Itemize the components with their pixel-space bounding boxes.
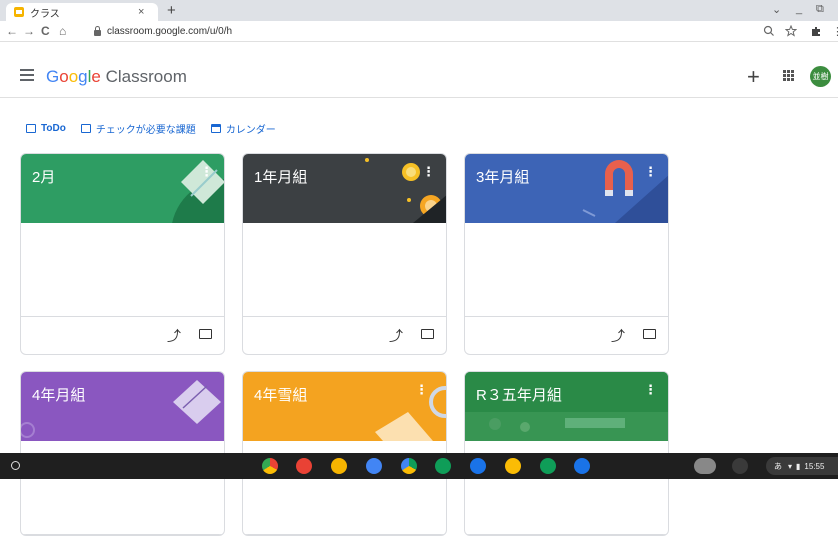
class-card[interactable]: 1年月組 ⋮ ⤴ [242, 153, 447, 355]
app-header: Google Classroom + 並樹 [0, 58, 838, 98]
class-card[interactable]: 3年月組 ⋮ ⤴ [464, 153, 669, 355]
folder-icon[interactable] [643, 329, 656, 339]
camera-icon[interactable] [574, 458, 590, 474]
tab-close-button[interactable]: × [138, 6, 144, 18]
more-options-icon[interactable]: ⋮ [415, 382, 428, 398]
class-card-body [21, 223, 224, 317]
files-icon[interactable] [470, 458, 486, 474]
trending-icon[interactable]: ⤴ [389, 326, 403, 346]
class-name[interactable]: R３五年月組 [476, 384, 562, 405]
browser-menu-icon[interactable]: ⋮ [832, 25, 838, 38]
tab-title: クラス [30, 8, 60, 20]
account-avatar[interactable]: 並樹 [810, 66, 831, 87]
create-join-class-button[interactable]: + [747, 64, 760, 90]
docs-icon[interactable] [366, 458, 382, 474]
class-card-header[interactable]: 2月 ⋮ [21, 154, 224, 223]
class-card-footer: ⤴ [21, 317, 224, 354]
trending-icon[interactable]: ⤴ [611, 326, 625, 346]
os-shelf: あ ▾ ▮ 15:55 [0, 453, 838, 479]
class-name[interactable]: 2月 [32, 166, 55, 187]
main-menu-icon[interactable] [20, 69, 34, 81]
class-card-body [243, 223, 446, 317]
zoom-icon[interactable] [763, 25, 775, 37]
review-label: チェックが必要な課題 [95, 125, 196, 136]
notepad-illustration [21, 380, 221, 438]
ime-indicator: あ [774, 461, 782, 471]
more-options-icon[interactable]: ⋮ [644, 164, 657, 180]
pencil-icon[interactable] [505, 458, 521, 474]
quick-links: ToDo チェックが必要な課題 カレンダー [26, 121, 291, 136]
todo-link[interactable]: ToDo [26, 123, 66, 134]
minimize-button[interactable]: _ [796, 3, 802, 15]
photos-icon[interactable] [296, 458, 312, 474]
trending-icon[interactable]: ⤴ [167, 326, 181, 346]
folder-icon[interactable] [199, 329, 212, 339]
class-name[interactable]: 4年雪組 [254, 384, 307, 405]
back-button[interactable]: ← [6, 24, 18, 38]
class-card-header[interactable]: 4年月組 [21, 372, 224, 441]
classroom-favicon-icon [14, 7, 24, 17]
battery-icon: ▮ [796, 461, 801, 471]
extensions-icon[interactable] [810, 25, 822, 37]
forward-button[interactable]: → [23, 24, 35, 38]
todo-label: ToDo [41, 123, 66, 134]
keep-icon[interactable] [331, 458, 347, 474]
lock-icon [94, 25, 101, 36]
calendar-icon [210, 124, 221, 133]
class-card[interactable]: 2月 ⋮ ⤴ [20, 153, 225, 355]
omnibox[interactable]: classroom.google.com/u/0/h [88, 23, 788, 40]
home-button[interactable]: ⌂ [59, 24, 66, 38]
sheets-icon[interactable] [435, 458, 451, 474]
class-name[interactable]: 1年月組 [254, 166, 307, 187]
browser-tab[interactable]: クラス × [6, 3, 158, 21]
more-options-icon[interactable]: ⋮ [200, 164, 213, 180]
class-card-footer: ⤴ [243, 317, 446, 354]
mic-icon[interactable] [732, 458, 748, 474]
class-card-body [465, 223, 668, 317]
calendar-label: カレンダー [225, 125, 276, 136]
address-bar: ← → C ⌂ classroom.google.com/u/0/h ⋮ [0, 21, 838, 42]
maximize-button[interactable]: ⧉ [816, 3, 824, 16]
class-name[interactable]: 3年月組 [476, 166, 529, 187]
wifi-icon: ▾ [788, 461, 793, 471]
todo-icon [26, 124, 36, 133]
reload-button[interactable]: C [41, 24, 50, 38]
classroom-icon[interactable] [540, 458, 556, 474]
drive-icon[interactable] [401, 458, 417, 474]
browser-tabbar: クラス × + ⌄ _ ⧉ [0, 0, 838, 21]
clock: 15:55 [804, 461, 825, 471]
bookmark-star-icon[interactable] [785, 25, 797, 37]
url-text: classroom.google.com/u/0/h [107, 26, 233, 37]
folder-icon[interactable] [421, 329, 434, 339]
calendar-link[interactable]: カレンダー [210, 121, 276, 136]
class-name[interactable]: 4年月組 [32, 384, 85, 405]
status-tray[interactable]: あ ▾ ▮ 15:55 [766, 457, 838, 475]
class-card-header[interactable]: 3年月組 ⋮ [465, 154, 668, 223]
more-options-icon[interactable]: ⋮ [422, 164, 435, 180]
folder-check-icon [80, 124, 91, 133]
launcher-icon[interactable] [11, 461, 20, 470]
class-card-header[interactable]: 1年月組 ⋮ [243, 154, 446, 223]
class-card-header[interactable]: 4年雪組 ⋮ [243, 372, 446, 441]
user-pods-icon[interactable] [694, 458, 716, 474]
class-card-header[interactable]: R３五年月組 ⋮ [465, 372, 668, 441]
google-apps-icon[interactable] [783, 70, 794, 81]
google-classroom-logo[interactable]: Google Classroom [46, 67, 187, 87]
review-link[interactable]: チェックが必要な課題 [80, 121, 196, 136]
more-options-icon[interactable]: ⋮ [644, 382, 657, 398]
chrome-icon[interactable] [262, 458, 278, 474]
envelope-illustration [375, 386, 446, 441]
tab-search-button[interactable]: ⌄ [772, 3, 781, 16]
class-photo-banner [465, 372, 668, 441]
new-tab-button[interactable]: + [167, 2, 176, 19]
product-name: Classroom [105, 67, 187, 86]
class-card-footer: ⤴ [465, 317, 668, 354]
